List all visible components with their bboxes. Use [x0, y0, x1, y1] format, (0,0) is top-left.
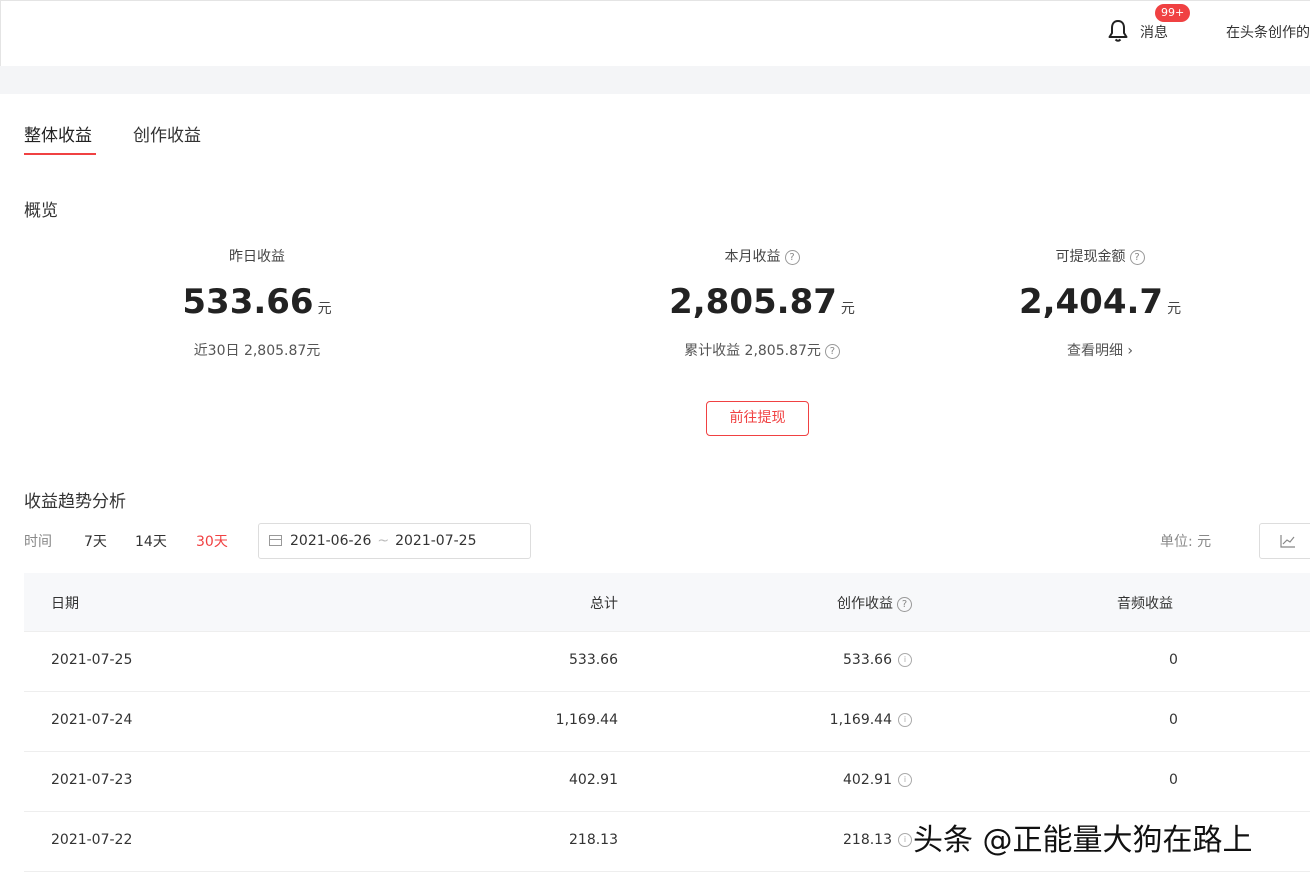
withdraw-button[interactable]: 前往提现	[706, 401, 809, 436]
card-withdrawable: 可提现金额? 2,404.7元 查看明细 ›	[1000, 246, 1200, 361]
card-label: 可提现金额	[1056, 249, 1126, 265]
tab-overall-income[interactable]: 整体收益	[24, 121, 92, 146]
header-divider	[0, 66, 1310, 94]
date-range-picker[interactable]: 2021-06-26 ~2021-07-25	[258, 523, 531, 559]
card-unit: 元	[841, 301, 855, 317]
cell-creation-value: 1,169.44	[830, 712, 892, 728]
help-icon[interactable]: ?	[825, 344, 840, 359]
info-icon[interactable]: i	[898, 773, 912, 787]
header-creation: 创作收益?	[837, 593, 912, 613]
top-bar: 消息 99+ 在头条创作的	[0, 0, 1310, 66]
card-value: 2,805.87元	[647, 282, 877, 329]
cell-total: 402.91	[569, 772, 618, 788]
watermark: 头条 @正能量大狗在路上	[913, 815, 1253, 859]
card-label-row: 本月收益?	[647, 246, 877, 268]
card-sub: 近30日 2,805.87元	[157, 341, 357, 361]
cell-creation-value: 218.13	[843, 832, 892, 848]
cell-date: 2021-07-22	[51, 832, 132, 848]
header-date: 日期	[51, 593, 79, 613]
messages-link[interactable]: 消息	[1140, 22, 1168, 42]
header-audio: 音频收益	[1117, 593, 1173, 613]
cell-creation: 533.66 i	[843, 652, 912, 668]
card-sub: 累计收益 2,805.87元	[684, 343, 821, 359]
range-7-days[interactable]: 7天	[84, 531, 107, 551]
cell-creation: 218.13 i	[843, 832, 912, 848]
help-icon[interactable]: ?	[785, 250, 800, 265]
creator-link[interactable]: 在头条创作的	[1226, 22, 1310, 42]
card-amount: 2,805.87	[669, 282, 837, 322]
card-month-income: 本月收益? 2,805.87元 累计收益 2,805.87元?	[647, 246, 877, 361]
table-row: 2021-07-25 533.66 533.66 i 0	[24, 632, 1310, 692]
cell-creation-value: 402.91	[843, 772, 892, 788]
cell-date: 2021-07-23	[51, 772, 132, 788]
time-filter-label: 时间	[24, 531, 52, 551]
header-total: 总计	[590, 593, 618, 613]
card-label: 本月收益	[725, 249, 781, 265]
active-tab-indicator	[24, 153, 96, 155]
chart-view-button[interactable]	[1259, 523, 1310, 559]
help-icon[interactable]: ?	[1130, 250, 1145, 265]
info-icon[interactable]: i	[898, 653, 912, 667]
view-details-link[interactable]: 查看明细 ›	[1000, 341, 1200, 361]
cell-audio: 0	[1169, 712, 1178, 728]
range-14-days[interactable]: 14天	[135, 531, 167, 551]
line-chart-icon	[1280, 534, 1296, 548]
cell-audio: 0	[1169, 772, 1178, 788]
messages-badge: 99+	[1155, 4, 1190, 22]
cell-total: 218.13	[569, 832, 618, 848]
range-30-days[interactable]: 30天	[196, 531, 228, 551]
calendar-icon	[269, 535, 282, 546]
date-start: 2021-06-26	[290, 533, 371, 549]
date-end: 2021-07-25	[395, 533, 476, 549]
header-creation-label: 创作收益	[837, 596, 893, 612]
cell-date: 2021-07-24	[51, 712, 132, 728]
card-yesterday-income: 昨日收益 533.66 元 近30日 2,805.87元	[157, 246, 357, 361]
info-icon[interactable]: i	[898, 833, 912, 847]
card-value: 2,404.7元	[1000, 282, 1200, 329]
overview-title: 概览	[24, 196, 58, 221]
help-icon[interactable]: ?	[897, 597, 912, 612]
cell-date: 2021-07-25	[51, 652, 132, 668]
info-icon[interactable]: i	[898, 713, 912, 727]
card-label-row: 可提现金额?	[1000, 246, 1200, 268]
card-label: 昨日收益	[157, 246, 357, 268]
card-unit: 元	[1167, 301, 1181, 317]
date-separator: ~	[377, 533, 389, 549]
cell-total: 1,169.44	[556, 712, 618, 728]
cell-total: 533.66	[569, 652, 618, 668]
tab-creation-income[interactable]: 创作收益	[133, 121, 201, 146]
cell-audio: 0	[1169, 652, 1178, 668]
trend-title: 收益趋势分析	[24, 487, 126, 512]
unit-label: 单位: 元	[1160, 531, 1211, 551]
card-unit: 元	[318, 301, 332, 317]
table-row: 2021-07-23 402.91 402.91 i 0	[24, 752, 1310, 812]
table-header: 日期 总计 创作收益? 音频收益	[24, 573, 1310, 632]
table-row: 2021-07-24 1,169.44 1,169.44 i 0	[24, 692, 1310, 752]
card-amount: 533.66	[182, 282, 313, 322]
cell-creation: 1,169.44 i	[830, 712, 912, 728]
card-sub-row: 累计收益 2,805.87元?	[647, 341, 877, 361]
cell-creation-value: 533.66	[843, 652, 892, 668]
bell-icon[interactable]	[1105, 18, 1131, 44]
cell-creation: 402.91 i	[843, 772, 912, 788]
card-amount: 2,404.7	[1019, 282, 1163, 322]
card-value: 533.66 元	[157, 282, 357, 329]
